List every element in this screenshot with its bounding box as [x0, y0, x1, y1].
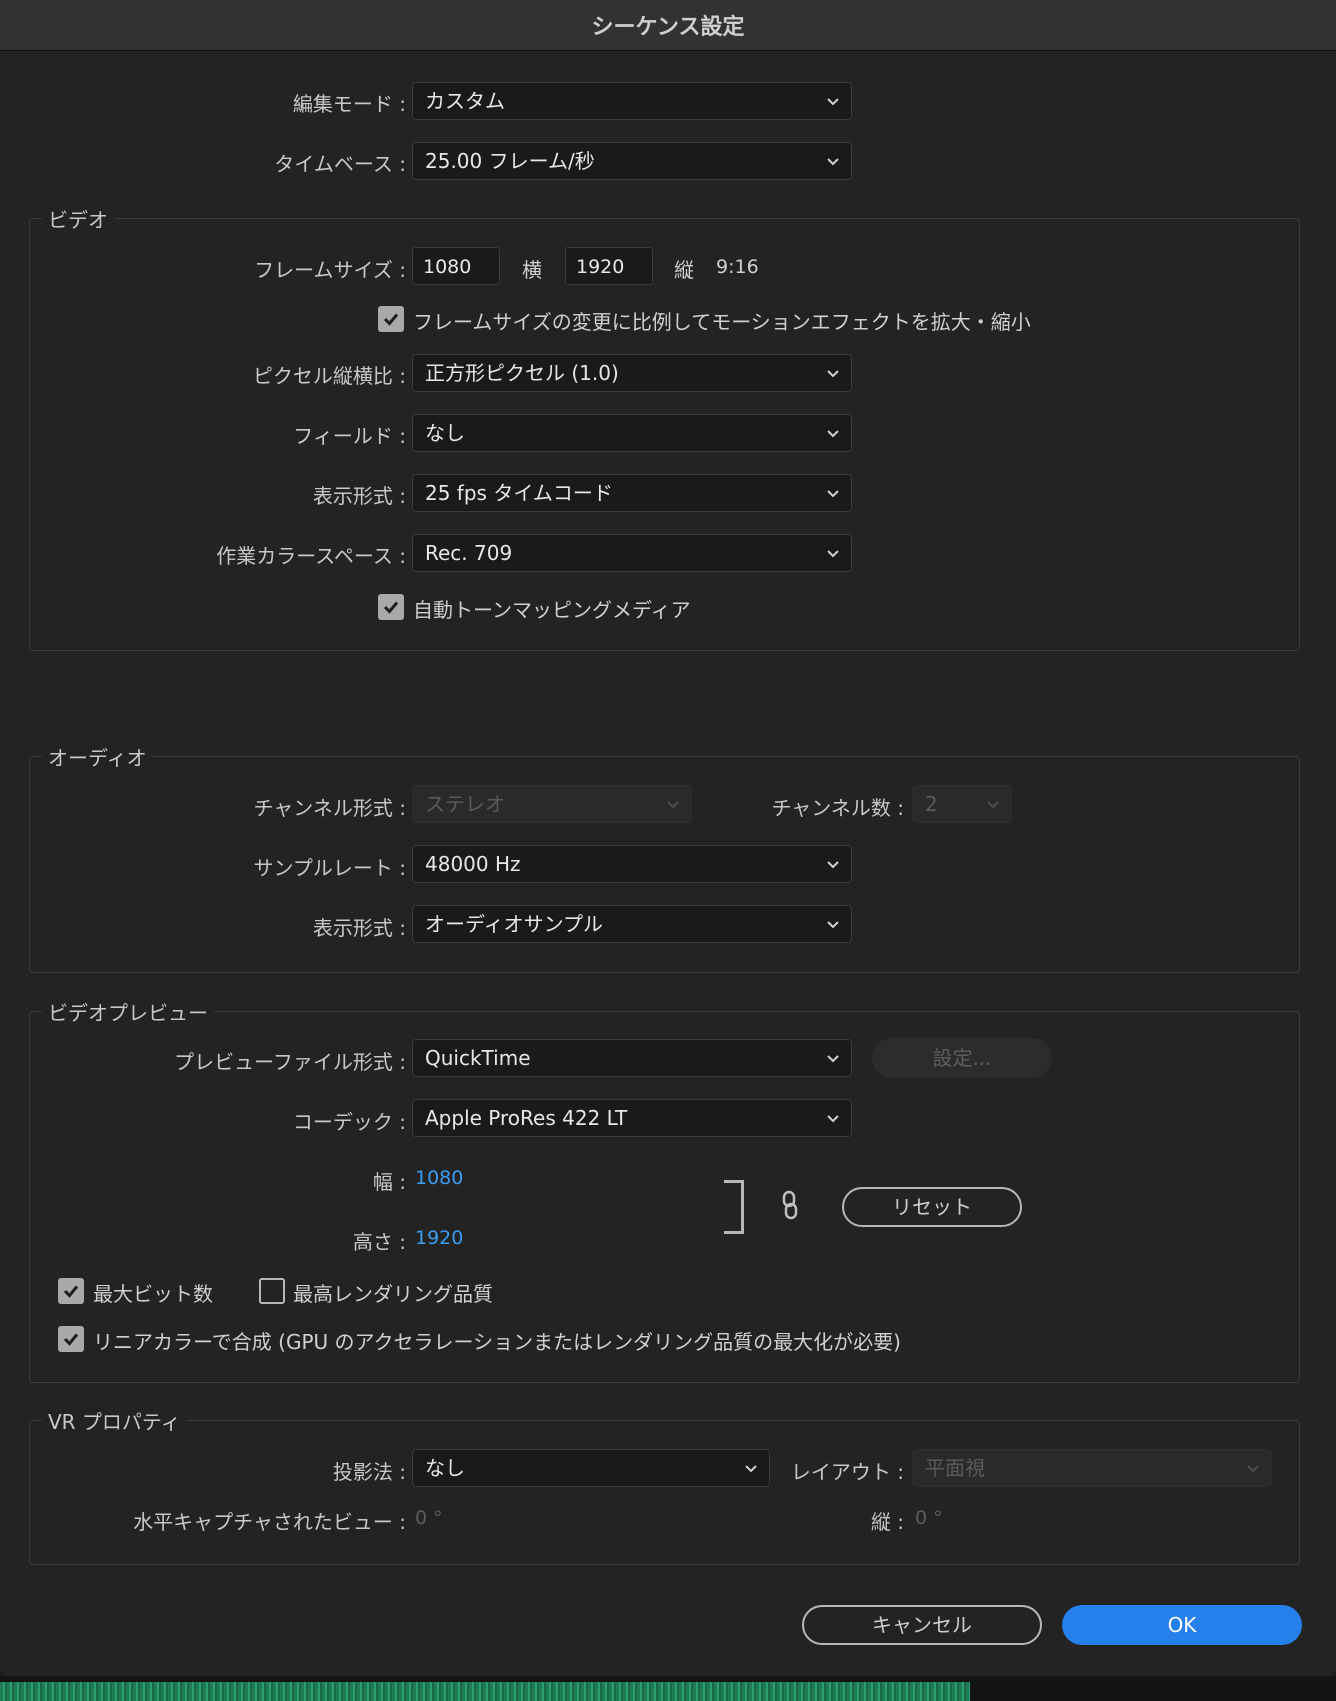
codec-select[interactable]: Apple ProRes 422 LT — [412, 1099, 852, 1137]
chevron-down-icon — [825, 1050, 841, 1066]
edit-mode-select[interactable]: カスタム — [412, 82, 852, 120]
preview-width-label: 幅 : — [372, 1170, 406, 1194]
max-bit-depth-checkbox[interactable] — [58, 1278, 84, 1304]
audio-display-format-label: 表示形式 : — [312, 916, 406, 940]
edit-mode-value: カスタム — [425, 89, 505, 113]
sample-rate-value: 48000 Hz — [425, 852, 521, 876]
checkmark-icon — [383, 313, 399, 326]
preview-height-value[interactable]: 1920 — [415, 1227, 463, 1249]
frame-size-label: フレームサイズ : — [254, 258, 406, 282]
sample-rate-select[interactable]: 48000 Hz — [412, 845, 852, 883]
timebase-select[interactable]: 25.00 フレーム/秒 — [412, 142, 852, 180]
chevron-down-icon — [1245, 1460, 1261, 1476]
chevron-down-icon — [825, 545, 841, 561]
max-render-quality-label: 最高レンダリング品質 — [293, 1282, 493, 1306]
pixel-aspect-value: 正方形ピクセル (1.0) — [425, 361, 619, 385]
pixel-aspect-label: ピクセル縦横比 : — [252, 364, 406, 388]
video-preview-group-title: ビデオプレビュー — [42, 997, 214, 1026]
color-space-select[interactable]: Rec. 709 — [412, 534, 852, 572]
channel-count-select[interactable]: 2 — [912, 785, 1012, 823]
preview-file-format-select[interactable]: QuickTime — [412, 1039, 852, 1077]
cancel-button[interactable]: キャンセル — [802, 1605, 1042, 1645]
frame-width-unit: 横 — [522, 258, 542, 282]
dialog-titlebar[interactable]: シーケンス設定 — [0, 0, 1336, 51]
fields-select[interactable]: なし — [412, 414, 852, 452]
ok-button[interactable]: OK — [1062, 1605, 1302, 1645]
linear-color-checkbox[interactable] — [58, 1326, 84, 1352]
chevron-down-icon — [825, 425, 841, 441]
fields-value: なし — [425, 421, 465, 445]
vertical-view-label: 縦 : — [870, 1510, 904, 1534]
channel-format-select[interactable]: ステレオ — [412, 785, 692, 823]
preview-settings-button[interactable]: 設定... — [872, 1038, 1052, 1078]
reset-button[interactable]: リセット — [842, 1187, 1022, 1227]
codec-label: コーデック : — [292, 1110, 406, 1134]
preview-height-label: 高さ : — [352, 1230, 406, 1254]
video-display-format-label: 表示形式 : — [312, 484, 406, 508]
chevron-down-icon — [825, 365, 841, 381]
codec-value: Apple ProRes 422 LT — [425, 1106, 628, 1130]
tone-mapping-label: 自動トーンマッピングメディア — [413, 598, 691, 622]
vr-properties-group-title: VR プロパティ — [42, 1406, 187, 1435]
chevron-down-icon — [825, 93, 841, 109]
timebase-value: 25.00 フレーム/秒 — [425, 149, 595, 173]
channel-format-value: ステレオ — [425, 792, 505, 816]
horizontal-view-label: 水平キャプチャされたビュー : — [133, 1510, 406, 1534]
color-space-label: 作業カラースペース : — [216, 544, 406, 568]
audio-display-format-select[interactable]: オーディオサンプル — [412, 905, 852, 943]
tone-mapping-checkbox[interactable] — [378, 594, 404, 620]
channel-format-label: チャンネル形式 : — [253, 796, 407, 820]
sequence-settings-dialog: シーケンス設定 編集モード : カスタム タイムベース : 25.00 フレーム… — [0, 0, 1336, 1676]
sample-rate-label: サンプルレート : — [253, 856, 407, 880]
video-display-format-select[interactable]: 25 fps タイムコード — [412, 474, 852, 512]
max-render-quality-checkbox[interactable] — [259, 1278, 285, 1304]
channel-count-value: 2 — [925, 792, 938, 816]
video-display-format-value: 25 fps タイムコード — [425, 481, 613, 505]
pixel-aspect-select[interactable]: 正方形ピクセル (1.0) — [412, 354, 852, 392]
checkmark-icon — [63, 1333, 79, 1346]
vr-properties-group: VR プロパティ — [29, 1406, 1300, 1565]
color-space-value: Rec. 709 — [425, 541, 513, 565]
chevron-down-icon — [825, 153, 841, 169]
layout-value: 平面視 — [925, 1456, 985, 1480]
layout-select[interactable]: 平面視 — [912, 1449, 1272, 1487]
chevron-down-icon — [825, 1110, 841, 1126]
dialog-title: シーケンス設定 — [591, 15, 745, 40]
frame-height-input[interactable]: 1920 — [565, 247, 653, 285]
preview-file-format-value: QuickTime — [425, 1046, 531, 1070]
audio-waveform — [0, 1682, 970, 1701]
timebase-label: タイムベース : — [274, 152, 406, 176]
projection-label: 投影法 : — [332, 1460, 406, 1484]
checkmark-icon — [63, 1285, 79, 1298]
audio-display-format-value: オーディオサンプル — [425, 912, 603, 936]
link-icon[interactable] — [780, 1190, 800, 1220]
vertical-view-value[interactable]: 0 ° — [915, 1507, 943, 1529]
edit-mode-label: 編集モード : — [292, 92, 406, 116]
frame-width-input[interactable]: 1080 — [412, 247, 500, 285]
layout-label: レイアウト : — [790, 1460, 904, 1484]
scale-motion-label: フレームサイズの変更に比例してモーションエフェクトを拡大・縮小 — [413, 310, 1031, 334]
scale-motion-checkbox[interactable] — [378, 306, 404, 332]
chevron-down-icon — [665, 796, 681, 812]
channel-count-label: チャンネル数 : — [771, 796, 905, 820]
chevron-down-icon — [825, 856, 841, 872]
video-group-title: ビデオ — [42, 204, 114, 233]
chevron-down-icon — [985, 796, 1001, 812]
horizontal-view-value[interactable]: 0 ° — [415, 1507, 443, 1529]
projection-value: なし — [425, 1456, 465, 1480]
frame-height-unit: 縦 — [674, 258, 694, 282]
preview-file-format-label: プレビューファイル形式 : — [174, 1050, 406, 1074]
fields-label: フィールド : — [293, 424, 406, 448]
chevron-down-icon — [743, 1460, 759, 1476]
audio-group-title: オーディオ — [42, 742, 153, 771]
aspect-lock-bracket — [724, 1180, 744, 1234]
checkmark-icon — [383, 601, 399, 614]
linear-color-label: リニアカラーで合成 (GPU のアクセラレーションまたはレンダリング品質の最大化… — [93, 1330, 901, 1354]
chevron-down-icon — [825, 916, 841, 932]
max-bit-depth-label: 最大ビット数 — [93, 1282, 213, 1306]
projection-select[interactable]: なし — [412, 1449, 770, 1487]
preview-width-value[interactable]: 1080 — [415, 1167, 463, 1189]
aspect-ratio: 9:16 — [716, 256, 759, 278]
chevron-down-icon — [825, 485, 841, 501]
